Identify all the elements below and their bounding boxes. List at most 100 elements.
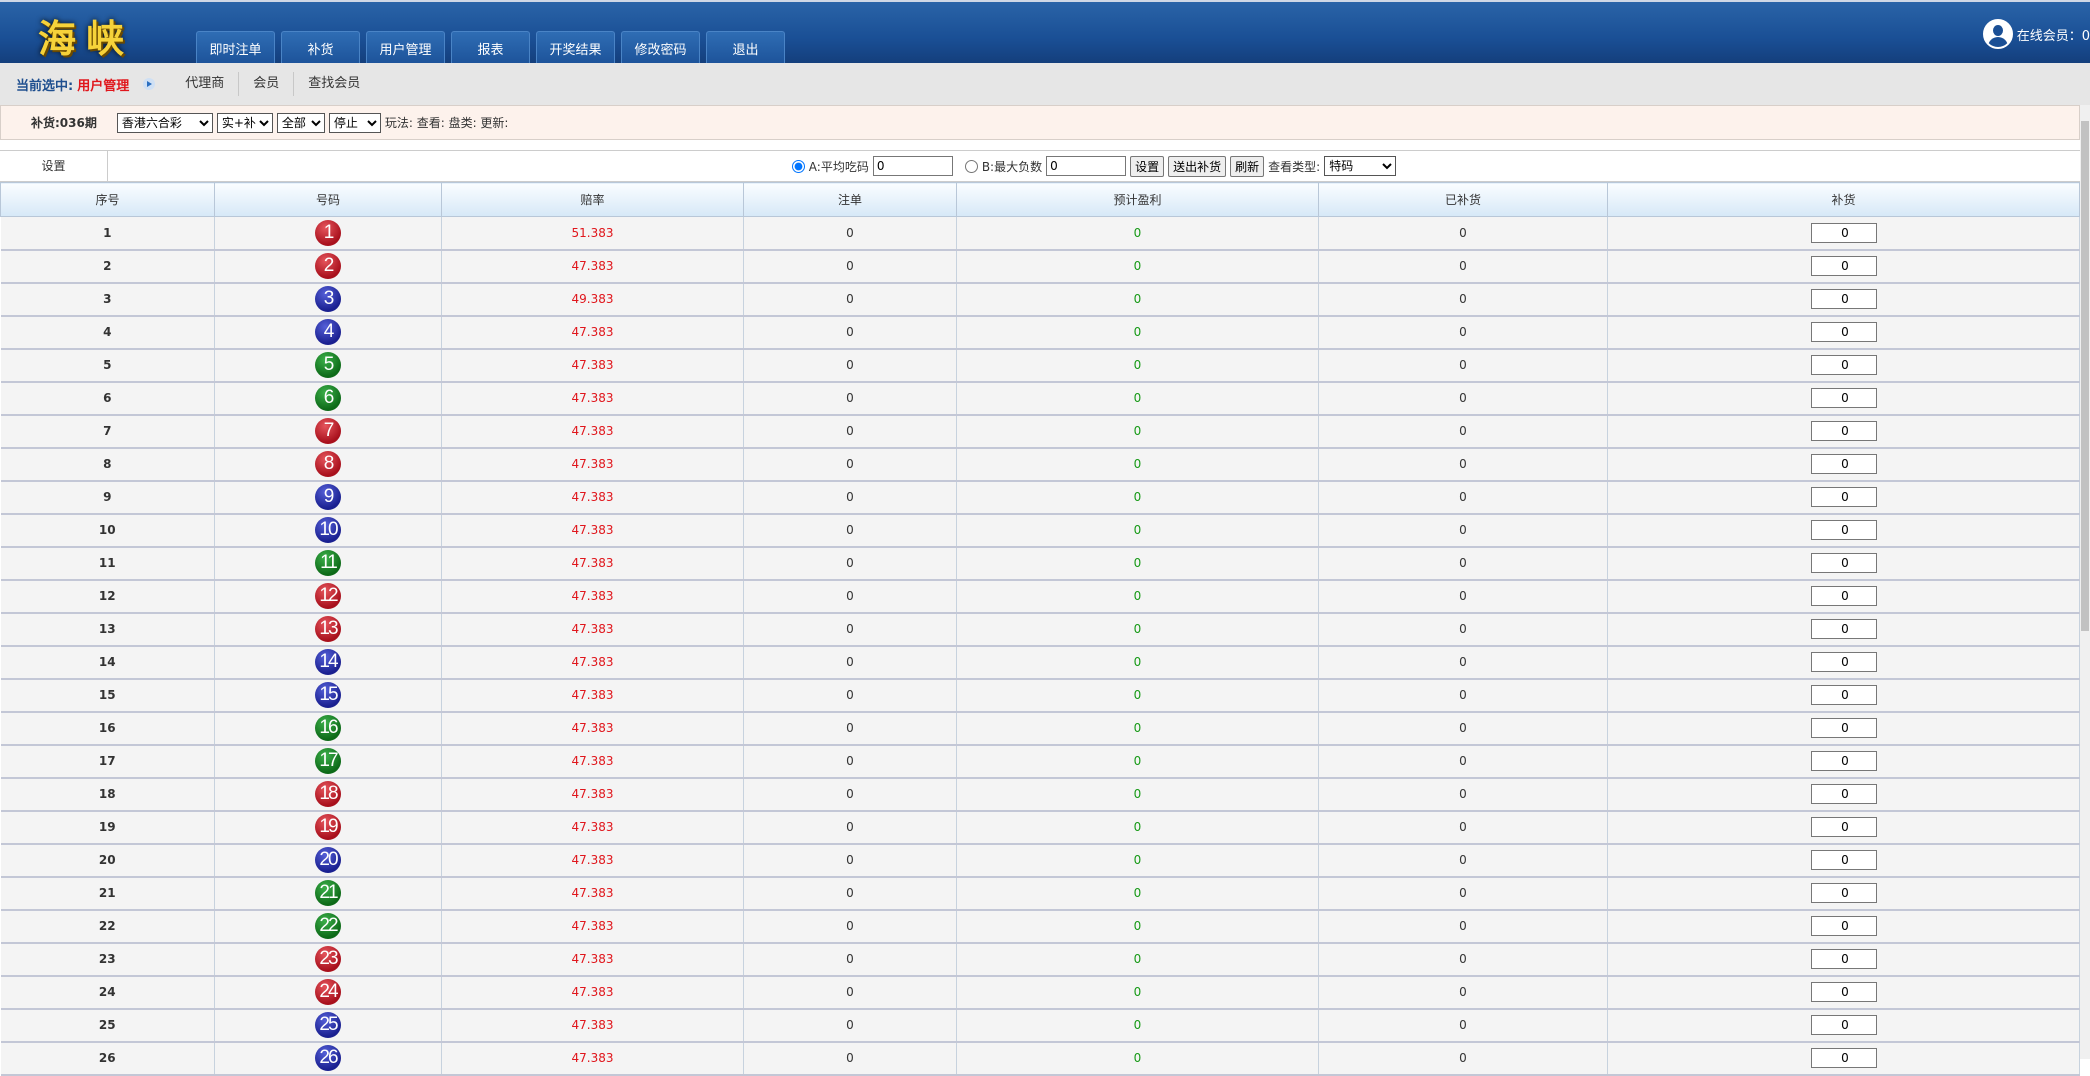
nav-reports[interactable]: 报表	[451, 31, 530, 65]
nav-user-management[interactable]: 用户管理	[366, 31, 445, 65]
filled-cell: 0	[1319, 679, 1608, 712]
nav-change-password[interactable]: 修改密码	[621, 31, 700, 65]
refresh-select[interactable]: 停止	[329, 113, 381, 133]
replenish-input[interactable]	[1811, 916, 1877, 936]
number-cell: 5	[215, 349, 442, 382]
number-ball: 6	[315, 385, 341, 411]
replenish-input[interactable]	[1811, 553, 1877, 573]
replenish-input[interactable]	[1811, 883, 1877, 903]
option-b-radio[interactable]	[965, 160, 978, 173]
number-ball: 5	[315, 352, 341, 378]
replenish-input[interactable]	[1811, 289, 1877, 309]
seq-cell: 15	[1, 679, 215, 712]
option-a-radio[interactable]	[792, 160, 805, 173]
bets-cell: 0	[744, 910, 957, 943]
replenish-input[interactable]	[1811, 619, 1877, 639]
replenish-cell	[1608, 1009, 2080, 1042]
replenish-input[interactable]	[1811, 850, 1877, 870]
profit-cell: 0	[957, 448, 1319, 481]
table-row: 16 16 47.383 0 0 0	[1, 712, 2080, 745]
header-filled: 已补货	[1319, 183, 1608, 217]
replenish-input[interactable]	[1811, 421, 1877, 441]
profit-cell: 0	[957, 514, 1319, 547]
subnav-members[interactable]: 会员	[239, 72, 294, 96]
replenish-input[interactable]	[1811, 784, 1877, 804]
send-replenish-button[interactable]: 送出补货	[1168, 156, 1226, 177]
seq-cell: 13	[1, 613, 215, 646]
number-ball: 19	[315, 814, 341, 840]
profit-cell: 0	[957, 415, 1319, 448]
replenish-input[interactable]	[1811, 1048, 1877, 1068]
replenish-input[interactable]	[1811, 685, 1877, 705]
filled-cell: 0	[1319, 349, 1608, 382]
subnav-find-member[interactable]: 查找会员	[294, 72, 374, 96]
replenish-input[interactable]	[1811, 949, 1877, 969]
number-cell: 21	[215, 877, 442, 910]
subnav-agents[interactable]: 代理商	[171, 72, 239, 96]
replenish-input[interactable]	[1811, 520, 1877, 540]
table-row: 7 7 47.383 0 0 0	[1, 415, 2080, 448]
filled-cell: 0	[1319, 217, 1608, 250]
arrow-right-icon	[143, 78, 155, 90]
profit-cell: 0	[957, 712, 1319, 745]
scrollbar-thumb[interactable]	[2081, 121, 2089, 631]
mode-select[interactable]: 实+补	[217, 113, 273, 133]
table-row: 11 11 47.383 0 0 0	[1, 547, 2080, 580]
replenish-input[interactable]	[1811, 982, 1877, 1002]
seq-cell: 22	[1, 910, 215, 943]
profit-cell: 0	[957, 481, 1319, 514]
scope-select[interactable]: 全部	[277, 113, 325, 133]
table-row: 25 25 47.383 0 0 0	[1, 1009, 2080, 1042]
number-cell: 9	[215, 481, 442, 514]
seq-cell: 10	[1, 514, 215, 547]
odds-cell: 47.383	[442, 382, 744, 415]
number-cell: 11	[215, 547, 442, 580]
view-type-select[interactable]: 特码	[1324, 156, 1396, 176]
replenish-input[interactable]	[1811, 355, 1877, 375]
option-b-input[interactable]	[1046, 156, 1126, 176]
replenish-input[interactable]	[1811, 322, 1877, 342]
table-row: 23 23 47.383 0 0 0	[1, 943, 2080, 976]
set-button[interactable]: 设置	[1130, 156, 1164, 177]
nav-logout[interactable]: 退出	[706, 31, 785, 65]
replenish-input[interactable]	[1811, 388, 1877, 408]
seq-cell: 7	[1, 415, 215, 448]
replenish-input[interactable]	[1811, 256, 1877, 276]
replenish-input[interactable]	[1811, 817, 1877, 837]
replenish-input[interactable]	[1811, 487, 1877, 507]
number-cell: 23	[215, 943, 442, 976]
odds-cell: 47.383	[442, 580, 744, 613]
number-cell: 26	[215, 1042, 442, 1075]
number-ball: 12	[315, 583, 341, 609]
replenish-input[interactable]	[1811, 1015, 1877, 1035]
option-a-input[interactable]	[873, 156, 953, 176]
replenish-input[interactable]	[1811, 586, 1877, 606]
nav-live-bets[interactable]: 即时注单	[196, 31, 275, 65]
nav-draw-results[interactable]: 开奖结果	[536, 31, 615, 65]
replenish-input[interactable]	[1811, 223, 1877, 243]
seq-cell: 25	[1, 1009, 215, 1042]
table-row: 22 22 47.383 0 0 0	[1, 910, 2080, 943]
filled-cell: 0	[1319, 415, 1608, 448]
replenish-cell	[1608, 778, 2080, 811]
nav-replenish[interactable]: 补货	[281, 31, 360, 65]
replenish-input[interactable]	[1811, 454, 1877, 474]
filled-cell: 0	[1319, 745, 1608, 778]
replenish-input[interactable]	[1811, 652, 1877, 672]
filled-cell: 0	[1319, 646, 1608, 679]
number-ball: 20	[315, 847, 341, 873]
replenish-input[interactable]	[1811, 751, 1877, 771]
table-row: 1 1 51.383 0 0 0	[1, 217, 2080, 250]
number-ball: 4	[315, 319, 341, 345]
bets-cell: 0	[744, 1042, 957, 1075]
scrollbar[interactable]	[2080, 105, 2090, 1059]
profit-cell: 0	[957, 910, 1319, 943]
refresh-button[interactable]: 刷新	[1230, 156, 1264, 177]
seq-cell: 12	[1, 580, 215, 613]
replenish-cell	[1608, 943, 2080, 976]
profit-cell: 0	[957, 283, 1319, 316]
odds-cell: 49.383	[442, 283, 744, 316]
replenish-toolbar: 补货:036期 香港六合彩 实+补 全部 停止 玩法: 查看: 盘类: 更新:	[0, 105, 2080, 140]
lottery-select[interactable]: 香港六合彩	[117, 113, 213, 133]
replenish-input[interactable]	[1811, 718, 1877, 738]
